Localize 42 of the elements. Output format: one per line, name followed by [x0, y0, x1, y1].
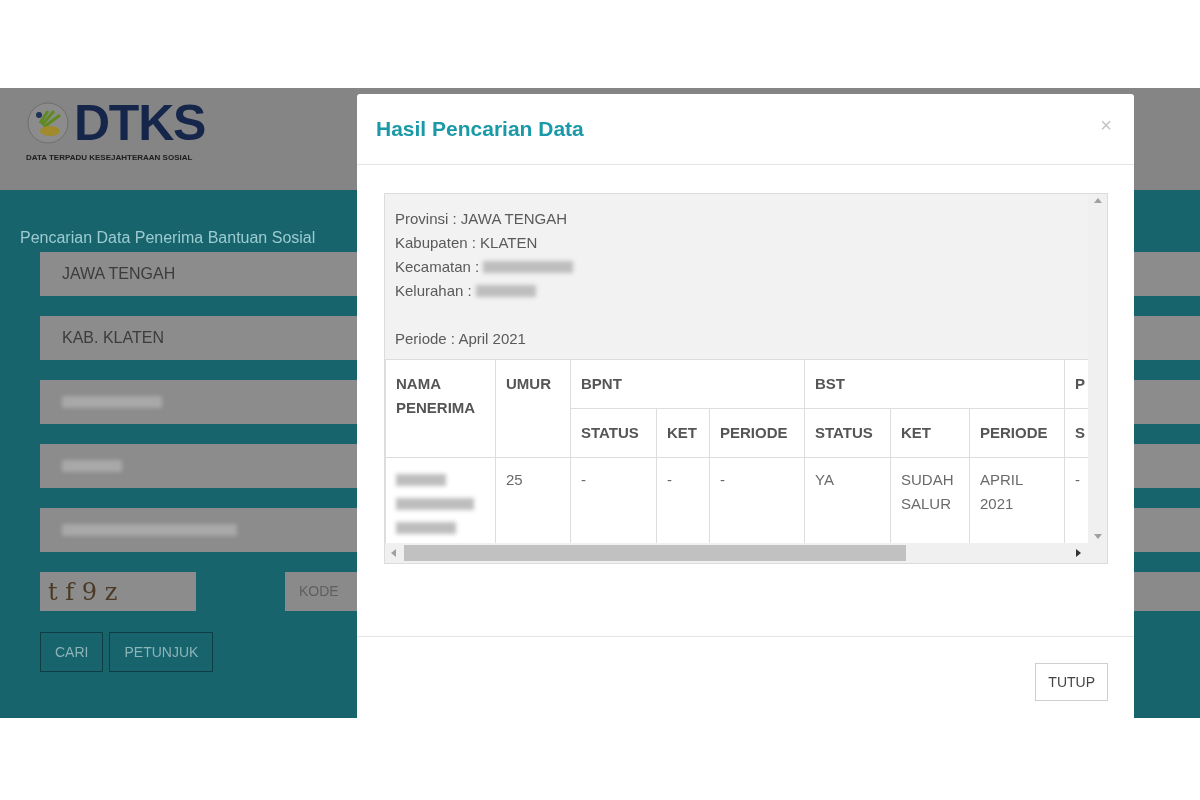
- redacted-text: [475, 285, 536, 297]
- modal-title: Hasil Pencarian Data: [376, 116, 584, 143]
- column-header: UMUR: [495, 359, 571, 458]
- table-cell: 25: [506, 471, 523, 488]
- form-button[interactable]: CARI: [40, 632, 104, 672]
- scroll-up-icon[interactable]: [1093, 198, 1102, 203]
- info-text: Kelurahan :: [395, 281, 472, 301]
- column-header: STATUS: [570, 408, 657, 458]
- column-header: NAMA PENERIMA: [385, 359, 496, 458]
- column-header: STATUS: [804, 408, 891, 458]
- table-cell: -: [1075, 471, 1080, 488]
- redacted-text: [62, 460, 122, 472]
- scroll-down-icon[interactable]: [1093, 534, 1102, 539]
- info-text: Kecamatan :: [395, 257, 480, 277]
- column-header: BST: [804, 359, 1065, 409]
- captcha-text: t f 9 z: [48, 576, 118, 608]
- redacted-text: [396, 474, 446, 486]
- column-header: KET: [890, 408, 970, 458]
- form-title: Pencarian Data Penerima Bantuan Sosial: [20, 228, 316, 248]
- scrollbar-thumb[interactable]: [404, 545, 906, 561]
- info-text: Kabupaten : KLATEN: [395, 233, 538, 253]
- logo-wordmark: DTKS: [74, 98, 206, 148]
- scroll-right-icon[interactable]: [1076, 549, 1081, 557]
- info-text: Provinsi : JAWA TENGAH: [395, 209, 567, 229]
- logo-tagline: DATA TERPADU KESEJAHTERAAN SOSIAL: [26, 152, 194, 164]
- close-dialog-button[interactable]: TUTUP: [1035, 663, 1108, 701]
- column-header: PERIODE: [709, 408, 805, 458]
- table-cell: -: [720, 471, 725, 488]
- table-cell: -: [667, 471, 672, 488]
- table-cell: SUDAH SALUR: [901, 471, 954, 512]
- redacted-text: [396, 522, 456, 534]
- info-text: Periode : April 2021: [395, 329, 526, 349]
- column-header: PERIODE: [969, 408, 1065, 458]
- table-cell: YA: [815, 471, 834, 488]
- table-cell: -: [581, 471, 586, 488]
- table-cell: APRIL 2021: [980, 471, 1023, 512]
- logo-emblem-icon: [26, 101, 70, 145]
- close-button[interactable]: ×: [1100, 115, 1112, 135]
- column-header: BPNT: [570, 359, 805, 409]
- form-button[interactable]: PETUNJUK: [109, 632, 214, 672]
- column-header: KET: [656, 408, 710, 458]
- scroll-left-icon[interactable]: [391, 549, 396, 557]
